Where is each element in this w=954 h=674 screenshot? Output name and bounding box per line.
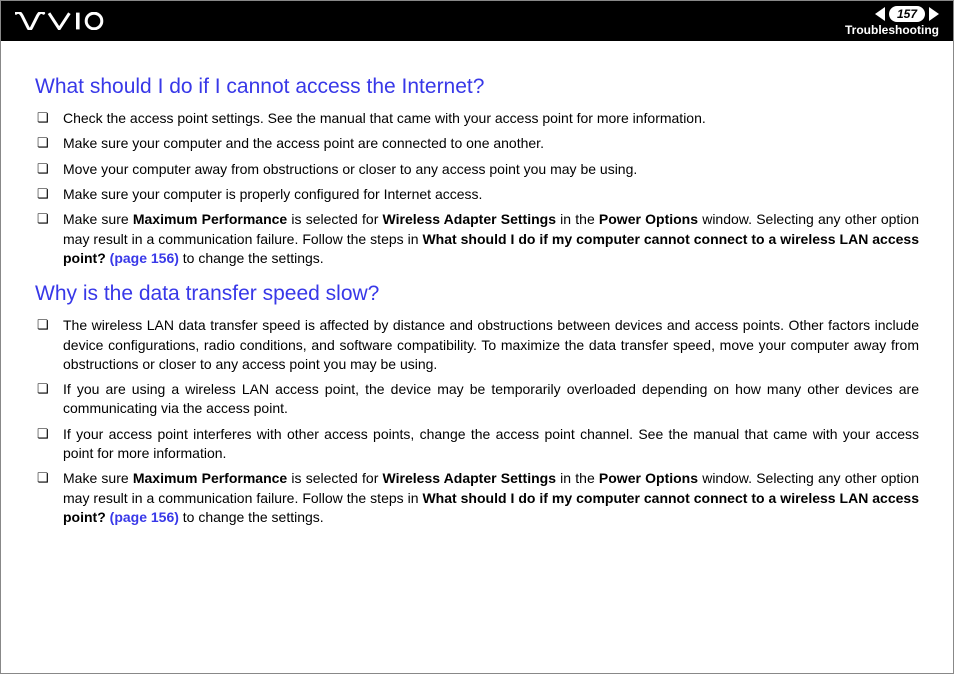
list-item: Make sure your computer is properly conf… xyxy=(35,185,919,204)
page-indicator: 157 xyxy=(875,6,939,22)
section-label: Troubleshooting xyxy=(845,23,939,37)
list-item: If your access point interferes with oth… xyxy=(35,425,919,464)
heading-internet-access: What should I do if I cannot access the … xyxy=(35,75,919,99)
list-item: Make sure Maximum Performance is selecte… xyxy=(35,210,919,268)
page-link[interactable]: (page 156) xyxy=(106,509,179,525)
list-item: Move your computer away from obstruction… xyxy=(35,160,919,179)
vaio-logo xyxy=(15,12,125,30)
list-internet-access: Check the access point settings. See the… xyxy=(35,109,919,268)
page-content: What should I do if I cannot access the … xyxy=(1,41,953,527)
heading-transfer-speed: Why is the data transfer speed slow? xyxy=(35,282,919,306)
header-bar: 157 Troubleshooting xyxy=(1,1,953,41)
list-item: The wireless LAN data transfer speed is … xyxy=(35,316,919,374)
list-item: Check the access point settings. See the… xyxy=(35,109,919,128)
page-link[interactable]: (page 156) xyxy=(106,250,179,266)
list-transfer-speed: The wireless LAN data transfer speed is … xyxy=(35,316,919,527)
next-page-arrow-icon[interactable] xyxy=(929,7,939,21)
list-item: Make sure Maximum Performance is selecte… xyxy=(35,469,919,527)
list-item: If you are using a wireless LAN access p… xyxy=(35,380,919,419)
header-nav: 157 Troubleshooting xyxy=(845,6,939,37)
prev-page-arrow-icon[interactable] xyxy=(875,7,885,21)
list-item: Make sure your computer and the access p… xyxy=(35,134,919,153)
page-number: 157 xyxy=(889,6,925,22)
